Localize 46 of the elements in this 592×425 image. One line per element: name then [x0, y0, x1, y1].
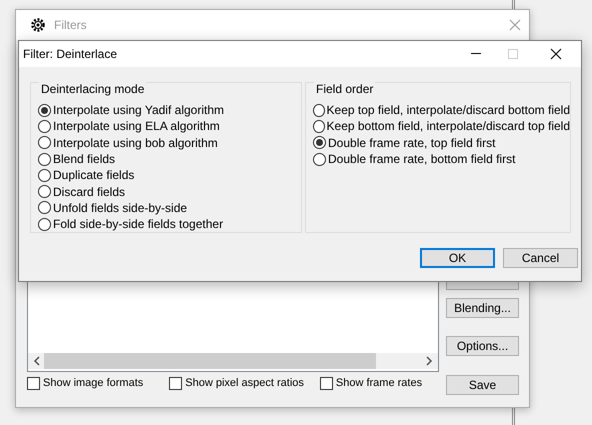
checkbox-label: Show pixel aspect ratios	[185, 377, 304, 389]
radio-label: Interpolate using bob algorithm	[53, 136, 218, 150]
radio-label: Unfold fields side-by-side	[53, 200, 188, 215]
radio-button[interactable]	[313, 104, 325, 117]
dialog-button[interactable]: OK	[420, 248, 495, 268]
radio-button[interactable]	[313, 136, 326, 150]
radio-button[interactable]	[313, 120, 325, 133]
checkbox[interactable]	[27, 376, 40, 390]
checkbox-label: Show frame rates	[336, 377, 422, 389]
checkbox[interactable]	[320, 376, 333, 390]
radio-button[interactable]	[38, 152, 51, 166]
radio-label: Fold side-by-side fields together	[53, 217, 224, 232]
radio-button[interactable]	[38, 104, 51, 117]
radio-label: Duplicate fields	[53, 168, 134, 182]
group-title: Deinterlacing mode	[39, 82, 146, 96]
radio-button[interactable]	[38, 168, 51, 182]
radio-button[interactable]	[38, 201, 51, 214]
radio-button[interactable]	[38, 218, 51, 231]
radio-label: Blend fields	[53, 152, 116, 166]
scrollbar-thumb[interactable]	[44, 353, 376, 369]
scroll-right-icon[interactable]	[425, 356, 433, 366]
radio-label: Discard fields	[53, 184, 126, 199]
checkbox[interactable]	[169, 376, 182, 390]
radio-button[interactable]	[313, 152, 326, 166]
group-title: Field order	[314, 82, 376, 96]
close-icon[interactable]	[550, 48, 562, 60]
dialog-title: Filter: Deinterlace	[23, 47, 118, 61]
radio-label: Interpolate using Yadif algorithm	[53, 103, 224, 118]
minimize-icon[interactable]	[470, 53, 480, 55]
radio-button[interactable]	[38, 120, 51, 133]
checkbox-label: Show image formats	[43, 377, 144, 389]
radio-label: Keep top field, interpolate/discard bottom field	[326, 103, 570, 118]
radio-label: Double frame rate, bottom field first	[328, 152, 516, 166]
dialog-button[interactable]: Save	[446, 375, 519, 395]
radio-label: Double frame rate, top field first	[328, 136, 496, 150]
radio-label: Interpolate using ELA algorithm	[53, 119, 220, 134]
maximize-icon	[508, 49, 518, 59]
dialog-button[interactable]: Options...	[446, 336, 519, 356]
dialog-button[interactable]: Cancel	[503, 248, 578, 268]
dialog-button[interactable]: Blending...	[446, 298, 519, 318]
window-title: Filters	[54, 18, 88, 32]
scroll-left-icon[interactable]	[33, 356, 41, 366]
radio-button[interactable]	[38, 136, 51, 150]
radio-button[interactable]	[38, 185, 51, 198]
gear-icon	[30, 17, 46, 33]
radio-label: Keep bottom field, interpolate/discard top field	[326, 119, 570, 134]
